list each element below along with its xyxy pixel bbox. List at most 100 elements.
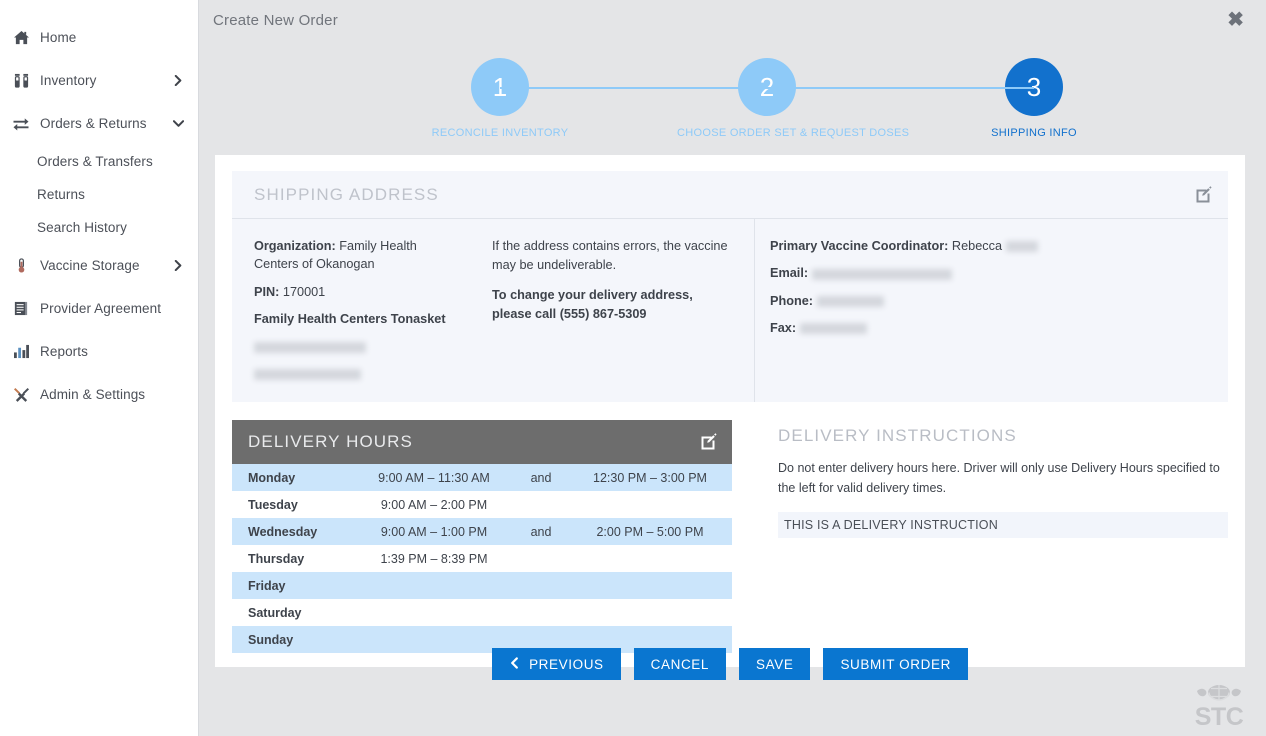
- save-button[interactable]: SAVE: [739, 648, 810, 680]
- delivery-instructions-panel: DELIVERY INSTRUCTIONS Do not enter deliv…: [732, 420, 1228, 653]
- delivery-instructions-note: Do not enter delivery hours here. Driver…: [778, 459, 1228, 498]
- chevron-down-icon[interactable]: [173, 118, 184, 129]
- sidebar-item-provider-agreement[interactable]: Provider Agreement: [0, 287, 198, 330]
- delivery-hours-row: Monday9:00 AM – 11:30 AMand12:30 PM – 3:…: [232, 464, 732, 491]
- phone-row: Phone: ██████████: [770, 292, 1208, 310]
- thermometer-icon: [11, 258, 31, 273]
- hours-day: Tuesday: [232, 491, 354, 518]
- hours-conjunction: [514, 572, 568, 599]
- email-label: Email:: [770, 266, 808, 280]
- footer-actions: PREVIOUS CANCEL SAVE SUBMIT ORDER: [215, 648, 1245, 680]
- hours-conjunction: [514, 599, 568, 626]
- button-label: CANCEL: [651, 657, 709, 672]
- stc-logo: STC: [1190, 684, 1248, 729]
- sidebar-item-label: Reports: [40, 344, 88, 359]
- previous-button[interactable]: PREVIOUS: [492, 648, 621, 680]
- phone-label: Phone:: [770, 294, 813, 308]
- sidebar-item-inventory[interactable]: Inventory: [0, 59, 198, 102]
- sidebar-item-label: Inventory: [40, 73, 96, 88]
- delivery-hours-row: Tuesday9:00 AM – 2:00 PM: [232, 491, 732, 518]
- stepper-label: SHIPPING INFO: [944, 127, 1124, 139]
- hours-time-2: [568, 545, 732, 572]
- delivery-hours-header: DELIVERY HOURS: [232, 420, 732, 464]
- hours-conjunction: and: [514, 518, 568, 545]
- sidebar-item-orders-returns[interactable]: Orders & Returns: [0, 102, 198, 145]
- exchange-icon: [11, 116, 31, 131]
- document-icon: [11, 301, 31, 316]
- sidebar-subitem-label: Search History: [37, 220, 127, 235]
- hours-time-1: 9:00 AM – 11:30 AM: [354, 464, 514, 491]
- address-change-note: To change your delivery address, please …: [492, 286, 734, 324]
- stepper-connector: [767, 87, 1034, 89]
- sidebar-subitem-search-history[interactable]: Search History: [0, 211, 198, 244]
- pin-value: 170001: [283, 285, 325, 299]
- organization-label: Organization:: [254, 239, 336, 253]
- hours-day: Wednesday: [232, 518, 354, 545]
- sidebar-item-admin-settings[interactable]: Admin & Settings: [0, 373, 198, 416]
- sidebar: Home Inventory Orders & Returns Orders & Tr…: [0, 0, 199, 736]
- hours-day: Monday: [232, 464, 354, 491]
- coordinator-last-redacted: ████: [1006, 241, 1038, 252]
- shipping-address-header: SHIPPING ADDRESS: [232, 171, 1228, 219]
- hours-day: Thursday: [232, 545, 354, 572]
- hours-time-2: [568, 572, 732, 599]
- address-notes-column: If the address contains errors, the vacc…: [482, 219, 754, 402]
- fax-label: Fax:: [770, 321, 796, 335]
- close-icon[interactable]: ✖: [1223, 8, 1248, 32]
- hours-time-2: [568, 491, 732, 518]
- stepper-step-2[interactable]: 2CHOOSE ORDER SET & REQUEST DOSES: [677, 44, 857, 139]
- sidebar-item-label: Provider Agreement: [40, 301, 161, 316]
- stepper-label: CHOOSE ORDER SET & REQUEST DOSES: [677, 127, 857, 139]
- delivery-hours-panel: DELIVERY HOURS Monday9:00 AM – 11:30 AMa…: [232, 420, 732, 653]
- submit-order-button[interactable]: SUBMIT ORDER: [823, 648, 967, 680]
- modal-header: Create New Order ✖: [199, 0, 1266, 40]
- stepper-step-3[interactable]: 3SHIPPING INFO: [944, 44, 1124, 139]
- coordinator-value: Rebecca: [952, 239, 1002, 253]
- sidebar-subitem-returns[interactable]: Returns: [0, 178, 198, 211]
- fax-row: Fax: ██████████: [770, 319, 1208, 337]
- sidebar-item-label: Vaccine Storage: [40, 258, 140, 273]
- cancel-button[interactable]: CANCEL: [634, 648, 726, 680]
- delivery-hours-title: DELIVERY HOURS: [248, 432, 413, 452]
- pin-label: PIN:: [254, 285, 279, 299]
- tools-icon: [11, 387, 31, 402]
- main-content: Create New Order ✖ 1RECONCILE INVENTORY 2…: [199, 0, 1266, 736]
- sidebar-item-label: Admin & Settings: [40, 387, 145, 402]
- hours-time-1: 1:39 PM – 8:39 PM: [354, 545, 514, 572]
- delivery-hours-row: Friday: [232, 572, 732, 599]
- button-label: SAVE: [756, 657, 793, 672]
- hours-time-1: 9:00 AM – 1:00 PM: [354, 518, 514, 545]
- hours-day: Saturday: [232, 599, 354, 626]
- edit-pencil-icon[interactable]: [1194, 185, 1214, 205]
- hours-time-1: [354, 599, 514, 626]
- sidebar-item-vaccine-storage[interactable]: Vaccine Storage: [0, 244, 198, 287]
- pin-row: PIN: 170001: [254, 283, 462, 301]
- hours-time-2: 2:00 PM – 5:00 PM: [568, 518, 732, 545]
- hours-time-2: [568, 599, 732, 626]
- address-error-note: If the address contains errors, the vacc…: [492, 237, 734, 275]
- shipping-info-card: SHIPPING ADDRESS Organization: Family He…: [215, 155, 1245, 667]
- coordinator-column: Primary Vaccine Coordinator: Rebecca ███…: [754, 219, 1228, 402]
- email-value-redacted: ███████_███@███████.███: [812, 269, 952, 280]
- sidebar-item-home[interactable]: Home: [0, 16, 198, 59]
- coordinator-label: Primary Vaccine Coordinator:: [770, 239, 948, 253]
- shipping-address-panel: SHIPPING ADDRESS Organization: Family He…: [232, 171, 1228, 402]
- app-root: Home Inventory Orders & Returns Orders & Tr…: [0, 0, 1266, 736]
- edit-pencil-icon[interactable]: [699, 432, 719, 452]
- page-title: Create New Order: [213, 12, 338, 29]
- sidebar-subitem-label: Orders & Transfers: [37, 154, 153, 169]
- sidebar-item-reports[interactable]: Reports: [0, 330, 198, 373]
- delivery-hours-row: Saturday: [232, 599, 732, 626]
- chevron-right-icon[interactable]: [173, 260, 184, 271]
- hours-time-1: 9:00 AM – 2:00 PM: [354, 491, 514, 518]
- phone-value-redacted: ██████████: [817, 296, 884, 307]
- stepper-step-1[interactable]: 1RECONCILE INVENTORY: [410, 44, 590, 139]
- button-label: PREVIOUS: [529, 657, 604, 672]
- home-icon: [11, 30, 31, 45]
- hours-time-2: 12:30 PM – 3:00 PM: [568, 464, 732, 491]
- chevron-right-icon[interactable]: [173, 75, 184, 86]
- delivery-instructions-value[interactable]: THIS IS A DELIVERY INSTRUCTION: [778, 512, 1228, 538]
- delivery-instructions-title: DELIVERY INSTRUCTIONS: [778, 426, 1228, 446]
- hours-day: Friday: [232, 572, 354, 599]
- sidebar-subitem-orders-transfers[interactable]: Orders & Transfers: [0, 145, 198, 178]
